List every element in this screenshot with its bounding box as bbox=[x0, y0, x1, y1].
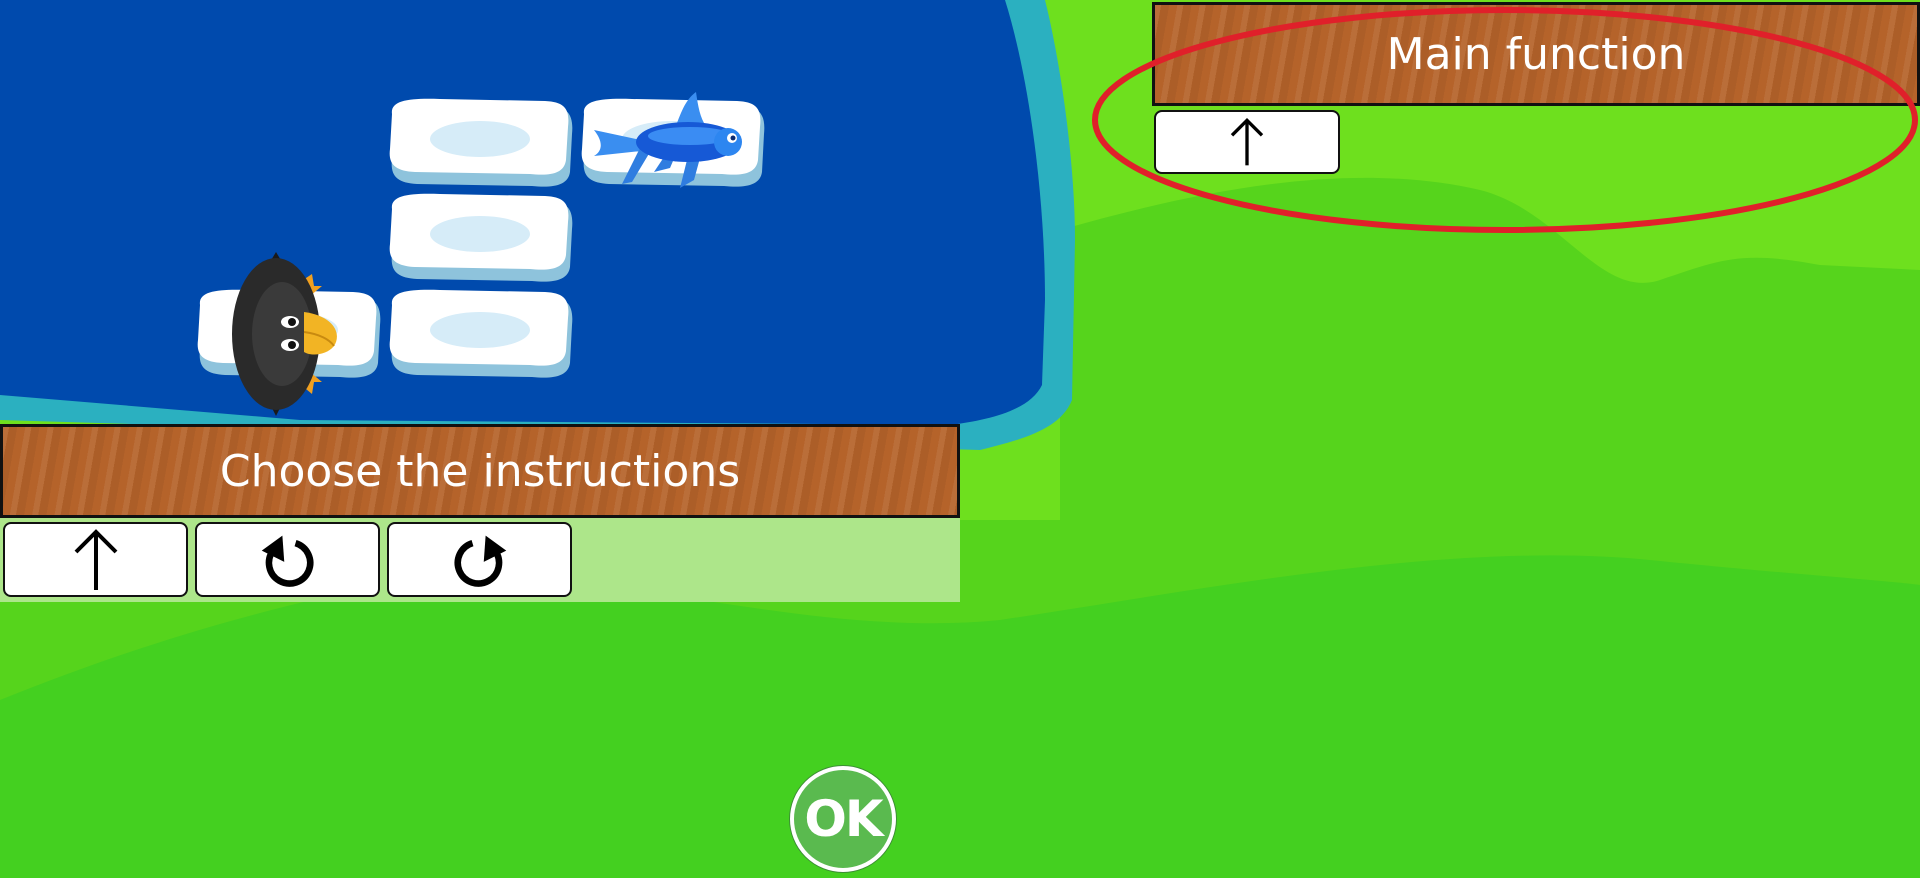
instruction-turn-right-button[interactable] bbox=[387, 522, 572, 597]
rotate-right-icon bbox=[454, 535, 506, 587]
arrow-up-icon bbox=[74, 528, 117, 590]
arrow-up-icon bbox=[1230, 117, 1264, 166]
main-function-instruction-forward[interactable] bbox=[1154, 110, 1340, 174]
instruction-turn-left-button[interactable] bbox=[195, 522, 380, 597]
ice-floe bbox=[389, 289, 573, 378]
instruction-forward-button[interactable] bbox=[3, 522, 188, 597]
main-function-title: Main function bbox=[1152, 2, 1920, 106]
main-function-title-text: Main function bbox=[1386, 28, 1686, 80]
ok-button[interactable]: OK bbox=[790, 766, 896, 872]
ice-floe bbox=[389, 193, 573, 282]
ok-button-label: OK bbox=[804, 790, 883, 848]
choose-instructions-title-text: Choose the instructions bbox=[219, 445, 741, 497]
ice-floe bbox=[389, 98, 573, 187]
choose-instructions-title: Choose the instructions bbox=[0, 424, 960, 518]
rotate-left-icon bbox=[261, 535, 313, 587]
penguin-sprite bbox=[232, 252, 337, 416]
fish-sprite bbox=[594, 92, 742, 188]
